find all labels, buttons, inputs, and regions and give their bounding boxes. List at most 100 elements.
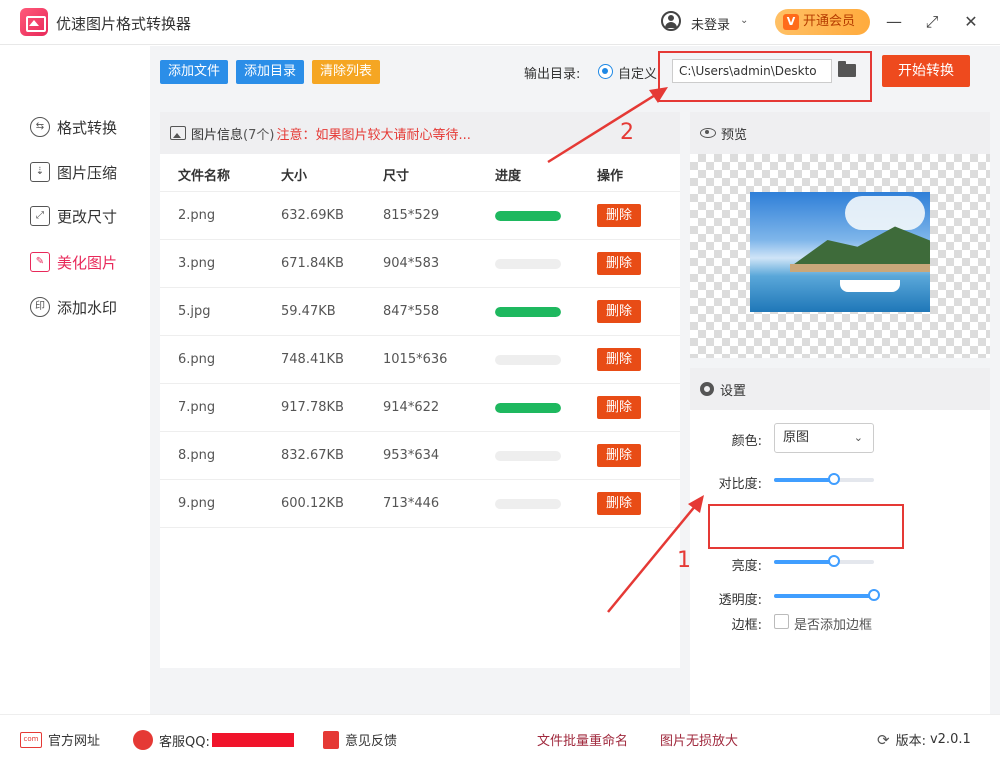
contrast-slider-handle[interactable] [828, 473, 840, 485]
col-size: 大小 [281, 169, 308, 184]
brightness-slider[interactable] [774, 555, 874, 567]
version-value: v2.0.1 [929, 732, 971, 747]
app-title: 优速图片格式转换器 [56, 15, 192, 33]
add-directory-button[interactable]: 添加目录 [236, 60, 305, 84]
maximize-button[interactable]: ⤢ [920, 10, 944, 34]
file-size: 671.84KB [281, 256, 344, 271]
preview-image [750, 192, 930, 312]
delete-button[interactable]: 删除 [597, 204, 641, 227]
color-select[interactable]: 原图 ⌄ [774, 423, 874, 453]
official-site-label: 官方网址 [48, 734, 101, 749]
table-row: 2.png 632.69KB 815*529 删除 [160, 192, 680, 240]
sidebar-item-compress[interactable]: ⇣ 图片压缩 [30, 160, 117, 184]
delete-button[interactable]: 删除 [597, 348, 641, 371]
file-size: 600.12KB [281, 496, 344, 511]
settings-title: 设置 [720, 383, 747, 399]
custom-dir-label[interactable]: 自定义 [618, 63, 657, 82]
delete-button[interactable]: 删除 [597, 300, 641, 323]
customer-service-qq[interactable]: 客服QQ: [133, 730, 294, 750]
contrast-label: 对比度: [718, 477, 762, 492]
vip-icon: V [783, 14, 799, 30]
qq-label: 客服QQ: [159, 734, 210, 750]
refresh-icon[interactable]: ⟳ [877, 731, 890, 749]
sidebar-item-format-convert[interactable]: ⇆ 格式转换 [30, 115, 117, 139]
delete-button[interactable]: 删除 [597, 492, 641, 515]
color-label: 颜色: [731, 434, 762, 449]
sidebar-item-label: 美化图片 [57, 253, 118, 272]
settings-panel: 设置 颜色: 原图 ⌄ 对比度: 亮度: 透明度: 边框: 是否添加边框 [690, 368, 990, 714]
sidebar-item-beautify[interactable]: ✎ 美化图片 [30, 250, 117, 274]
col-progress: 进度 [495, 169, 522, 184]
image-icon [170, 126, 186, 140]
delete-button[interactable]: 删除 [597, 396, 641, 419]
contrast-slider[interactable] [774, 473, 874, 485]
file-name: 3.png [178, 256, 216, 271]
table-row: 3.png 671.84KB 904*583 删除 [160, 240, 680, 288]
official-site-link[interactable]: com 官方网址 [20, 730, 100, 749]
minimize-button[interactable]: — [882, 10, 906, 34]
vip-button[interactable]: V 开通会员 [775, 9, 870, 35]
file-name: 6.png [178, 352, 216, 367]
file-dimensions: 713*446 [383, 496, 440, 511]
table-row: 8.png 832.67KB 953*634 删除 [160, 432, 680, 480]
sidebar-item-watermark[interactable]: 印 添加水印 [30, 295, 117, 319]
sidebar-item-label: 格式转换 [57, 118, 118, 137]
file-dimensions: 815*529 [383, 208, 440, 223]
custom-dir-radio[interactable] [598, 64, 613, 79]
annotation-label-1: 1 [677, 548, 691, 573]
brightness-slider-handle[interactable] [828, 555, 840, 567]
col-action: 操作 [597, 169, 624, 184]
delete-button[interactable]: 删除 [597, 252, 641, 275]
add-file-button[interactable]: 添加文件 [160, 60, 229, 84]
close-button[interactable]: ✕ [959, 10, 983, 34]
file-name: 5.jpg [178, 304, 211, 319]
opacity-slider-handle[interactable] [868, 589, 880, 601]
chevron-down-icon[interactable]: ⌄ [740, 15, 748, 26]
col-dimensions: 尺寸 [383, 169, 410, 184]
lossless-upscale-link[interactable]: 图片无损放大 [660, 730, 738, 749]
sidebar-item-label: 添加水印 [57, 298, 118, 317]
clear-list-button[interactable]: 清除列表 [312, 60, 381, 84]
feedback-label: 意见反馈 [345, 734, 398, 749]
table-row: 6.png 748.41KB 1015*636 删除 [160, 336, 680, 384]
progress-bar [495, 211, 561, 221]
user-icon[interactable] [661, 11, 681, 31]
version-label: 版本: [895, 734, 926, 749]
file-dimensions: 1015*636 [383, 352, 448, 367]
border-label: 边框: [731, 618, 762, 633]
file-name: 8.png [178, 448, 216, 463]
progress-bar [495, 499, 561, 509]
progress-bar [495, 403, 561, 413]
redacted-qq-number [211, 733, 294, 747]
add-border-label[interactable]: 是否添加边框 [794, 614, 872, 633]
brightness-label: 亮度: [731, 559, 762, 574]
preview-panel: 预览 [690, 112, 990, 358]
add-border-checkbox[interactable] [774, 614, 789, 629]
title-bar: 优速图片格式转换器 未登录 ⌄ V 开通会员 — ⤢ ✕ [0, 0, 1000, 45]
sidebar-item-resize[interactable]: ⤢ 更改尺寸 [30, 204, 117, 228]
vip-label: 开通会员 [803, 14, 856, 29]
file-list-panel: 图片信息 (7个) 注意：如果图片较大请耐心等待... 文件名称 大小 尺寸 进… [160, 112, 680, 668]
delete-button[interactable]: 删除 [597, 444, 641, 467]
opacity-slider[interactable] [774, 589, 880, 601]
progress-bar [495, 259, 561, 269]
file-name: 7.png [178, 400, 216, 415]
progress-bar [495, 451, 561, 461]
start-convert-button[interactable]: 开始转换 [882, 55, 970, 87]
login-status[interactable]: 未登录 [691, 14, 730, 33]
batch-rename-link[interactable]: 文件批量重命名 [537, 730, 628, 749]
preview-header: 预览 [690, 112, 990, 154]
file-count: (7个) [243, 127, 275, 143]
file-size: 748.41KB [281, 352, 344, 367]
main-area: 添加文件 添加目录 清除列表 输出目录: 自定义 开始转换 图片信息 (7个) … [150, 46, 1000, 714]
file-panel-header: 图片信息 (7个) 注意：如果图片较大请耐心等待... [160, 112, 680, 154]
qq-icon [133, 730, 153, 750]
file-dimensions: 953*634 [383, 448, 440, 463]
file-panel-title: 图片信息 [191, 127, 244, 143]
beautify-icon: ✎ [30, 252, 50, 272]
feedback-link[interactable]: 意见反馈 [323, 730, 397, 749]
file-table-body: 2.png 632.69KB 815*529 删除 3.png 671.84KB 904*5… [160, 192, 680, 528]
file-name: 2.png [178, 208, 216, 223]
watermark-icon: 印 [30, 297, 50, 317]
warning-text: 注意：如果图片较大请耐心等待... [276, 127, 471, 143]
